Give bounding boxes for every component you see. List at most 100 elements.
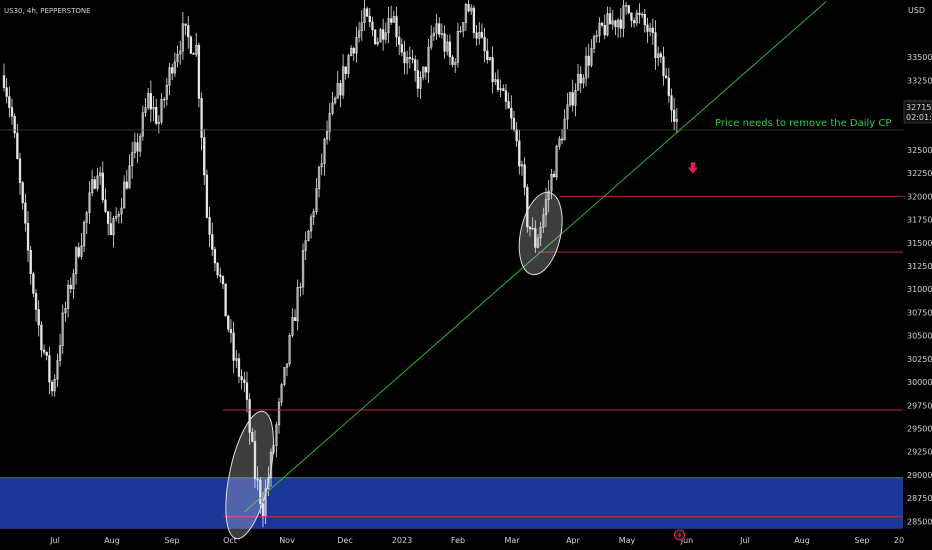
candle-body <box>504 90 508 102</box>
candle-body <box>662 56 665 77</box>
candle-body <box>237 358 241 377</box>
candle-body <box>416 70 420 89</box>
x-tick-label: Dec <box>337 536 352 545</box>
x-tick-label: Aug <box>104 536 120 545</box>
candle-body <box>10 107 14 117</box>
y-tick-label: 31000.0 <box>907 285 932 294</box>
candle-body <box>205 174 209 218</box>
chart-title: US30, 4h, PEPPERSTONE <box>4 7 91 15</box>
candle-body <box>227 315 230 330</box>
candle-body <box>667 77 670 96</box>
candle-body <box>208 217 211 235</box>
candle-body <box>523 164 526 188</box>
candle-body <box>451 56 454 65</box>
candle-body <box>32 273 35 294</box>
candle-body <box>203 137 206 176</box>
candle-body <box>77 247 80 257</box>
candle-body <box>600 22 604 26</box>
candle-body <box>171 67 174 74</box>
candle-body <box>448 41 452 58</box>
y-tick-label: 29500.0 <box>907 425 932 434</box>
candle-body <box>496 79 500 90</box>
candle-body <box>344 66 347 74</box>
candle-body <box>155 106 158 124</box>
chart-background <box>0 0 932 550</box>
y-tick-label: 30000.0 <box>907 378 932 387</box>
candle-body <box>665 75 668 79</box>
candle-body <box>603 25 606 36</box>
currency-label: USD <box>908 6 925 15</box>
candle-body <box>221 276 225 285</box>
candle-body <box>651 27 654 33</box>
candle-body <box>400 44 403 53</box>
x-tick-label: Sep <box>164 536 179 545</box>
candle-body <box>211 234 214 250</box>
candle-body <box>5 87 8 97</box>
price-chart[interactable]: 33500.033250.033000.032500.032250.032000… <box>0 0 932 550</box>
candle-body <box>619 19 622 29</box>
y-tick-label: 29250.0 <box>907 448 932 457</box>
candle-body <box>587 55 590 66</box>
y-tick-label: 29000.0 <box>907 471 932 480</box>
candle-body <box>552 173 556 178</box>
candle-body <box>390 18 393 23</box>
candle-body <box>40 324 43 351</box>
candle-body <box>216 262 219 276</box>
candle-body <box>411 58 414 60</box>
candle-body <box>518 140 521 167</box>
candle-body <box>229 329 233 334</box>
candle-body <box>136 142 139 152</box>
candle-body <box>510 107 513 119</box>
candle-body <box>240 376 243 381</box>
x-tick-label: Aug <box>794 536 810 545</box>
candle-body <box>443 33 446 52</box>
candle-body <box>630 12 633 21</box>
candle-body <box>438 23 441 35</box>
candle-body <box>381 29 385 40</box>
candle-body <box>104 199 107 212</box>
candle-body <box>643 13 646 26</box>
candle-body <box>34 293 38 310</box>
candle-body <box>2 75 6 88</box>
y-tick-label: 30250.0 <box>907 355 932 364</box>
candle-body <box>45 351 48 356</box>
candle-body <box>261 503 265 518</box>
candle-body <box>245 382 249 400</box>
candle-body <box>13 116 16 134</box>
candle-body <box>352 47 355 54</box>
candle-body <box>293 317 297 322</box>
candle-body <box>486 50 489 61</box>
candle-body <box>398 36 401 45</box>
y-tick-label: 30500.0 <box>907 332 932 341</box>
y-tick-label: 30750.0 <box>907 308 932 317</box>
candle-body <box>101 172 104 201</box>
candle-body <box>232 332 235 361</box>
annotation-text: Price needs to remove the Daily CP <box>715 118 891 129</box>
candle-body <box>368 16 371 23</box>
candle-body <box>646 24 649 32</box>
candle-body <box>213 249 217 264</box>
candle-body <box>512 117 516 130</box>
y-tick-label: 29750.0 <box>907 401 932 410</box>
candle-body <box>414 59 417 71</box>
y-tick-label: 33250.0 <box>907 76 932 85</box>
y-tick-label: 32000.0 <box>907 192 932 201</box>
candle-body <box>18 158 22 183</box>
candle-body <box>187 25 190 38</box>
candle-body <box>371 21 374 31</box>
lightning-icon[interactable] <box>674 529 686 541</box>
price-value: 32715.1 <box>906 103 932 112</box>
x-tick-label: Sep <box>854 536 869 545</box>
x-tick-label: May <box>619 536 636 545</box>
candle-body <box>472 7 476 33</box>
y-tick-label: 32500.0 <box>907 146 932 155</box>
candle-body <box>673 109 676 122</box>
candle-body <box>579 74 582 84</box>
y-tick-label: 33500.0 <box>907 53 932 62</box>
y-tick-label: 28750.0 <box>907 494 932 503</box>
candle-body <box>502 88 505 91</box>
x-tick-label: Feb <box>451 536 465 545</box>
candle-body <box>670 95 673 111</box>
candle-body <box>515 129 518 142</box>
candle-body <box>373 29 377 45</box>
